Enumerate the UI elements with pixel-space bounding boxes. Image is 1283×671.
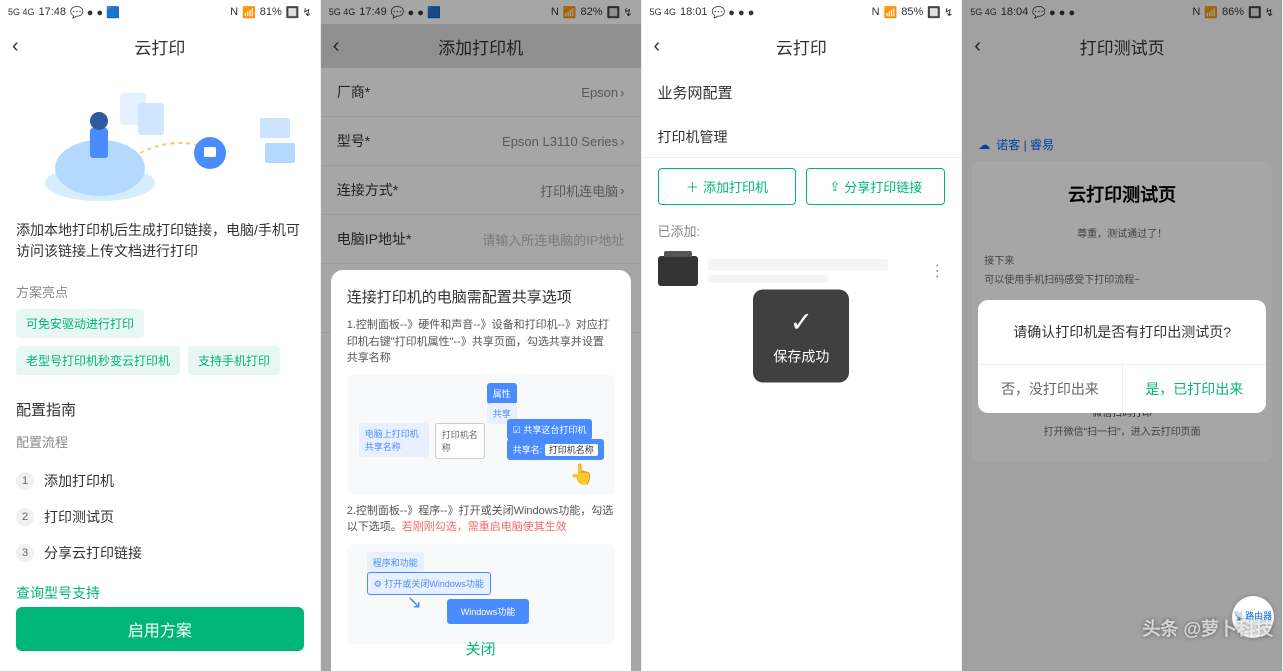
- printer-sub: [708, 275, 828, 283]
- tag: 老型号打印机秒变云打印机: [16, 346, 180, 375]
- back-icon[interactable]: ‹: [12, 35, 19, 58]
- share-icon: ⇪: [829, 179, 840, 195]
- nav-bar: ‹ 云打印: [0, 24, 320, 68]
- watermark: 头条 @萝卜科技: [1142, 615, 1273, 641]
- add-printer-button[interactable]: ＋添加打印机: [658, 168, 797, 205]
- confirm-no-button[interactable]: 否，没打印出来: [978, 365, 1122, 413]
- highlights-label: 方案亮点: [0, 274, 320, 309]
- description: 添加本地打印机后生成打印链接，电脑/手机可访问该链接上传文档进行打印: [0, 208, 320, 274]
- section-network[interactable]: 业务网配置: [642, 68, 962, 117]
- nav-bar: ‹ 云打印: [642, 24, 962, 68]
- status-bar: 5G 4G17:48💬 ● ● 🟦 N📶81%🔲 ↯: [0, 0, 320, 24]
- guide-title: 配置指南: [0, 387, 320, 424]
- tag: 可免安驱动进行打印: [16, 309, 144, 338]
- page-title: 云打印: [776, 34, 827, 59]
- enable-button[interactable]: 启用方案: [16, 607, 304, 651]
- step-row: 2打印测试页: [16, 499, 304, 535]
- modal-step1: 1.控制面板--》硬件和声音--》设备和打印机--》对应打印机右键"打印机属性"…: [347, 317, 615, 367]
- check-icon: ✓: [790, 305, 813, 338]
- screen-printer-manage: 5G 4G18:01💬 ● ● ● N📶85%🔲 ↯ ‹ 云打印 业务网配置 打…: [642, 0, 963, 671]
- model-support-link[interactable]: 查询型号支持: [0, 575, 320, 611]
- confirm-yes-button[interactable]: 是，已打印出来: [1123, 365, 1266, 413]
- confirm-dialog: 请确认打印机是否有打印出测试页? 否，没打印出来 是，已打印出来: [978, 300, 1266, 413]
- added-label: 已添加:: [642, 215, 962, 246]
- modal-step2: 2.控制面板--》程序--》打开或关闭Windows功能，勾选以下选项。若刚刚勾…: [347, 503, 615, 536]
- screen-cloud-print-intro: 5G 4G17:48💬 ● ● 🟦 N📶81%🔲 ↯ ‹ 云打印 添加本地打印机…: [0, 0, 321, 671]
- step-row: 3分享云打印链接: [16, 535, 304, 571]
- close-button[interactable]: 关闭: [331, 638, 631, 659]
- modal-title: 连接打印机的电脑需配置共享选项: [347, 286, 615, 307]
- printer-name: [708, 259, 888, 271]
- step-row: 1添加打印机: [16, 463, 304, 499]
- more-icon[interactable]: ⋮: [929, 261, 945, 281]
- confirm-text: 请确认打印机是否有打印出测试页?: [978, 300, 1266, 364]
- screen-test-page: 5G 4G18:04💬 ● ● ● N📶86%🔲 ↯ ‹ 打印测试页 ☁ 诺客 …: [962, 0, 1283, 671]
- share-config-modal: 连接打印机的电脑需配置共享选项 1.控制面板--》硬件和声音--》设备和打印机-…: [331, 270, 631, 671]
- diagram-2: 程序和功能 ⚙ 打开或关闭Windows功能 Windows功能 ↘: [347, 544, 615, 644]
- status-bar: 5G 4G18:01💬 ● ● ● N📶85%🔲 ↯: [642, 0, 962, 24]
- share-link-button[interactable]: ⇪分享打印链接: [806, 168, 945, 205]
- diagram-1: 属性 共享 电脑上打印机共享名称 打印机名称 ☑ 共享这台打印机 共享名: 打印…: [347, 375, 615, 495]
- back-icon[interactable]: ‹: [654, 35, 661, 58]
- section-printer-manage: 打印机管理: [642, 117, 962, 158]
- tag: 支持手机打印: [188, 346, 280, 375]
- hero-illustration: [0, 68, 320, 208]
- success-toast: ✓ 保存成功: [753, 289, 849, 382]
- plus-icon: ＋: [686, 177, 699, 196]
- flow-label: 配置流程: [0, 424, 320, 459]
- printer-icon: [658, 256, 698, 286]
- page-title: 云打印: [134, 34, 185, 59]
- screen-add-printer: 5G 4G17:49💬 ● ● 🟦 N📶82%🔲 ↯ ‹ 添加打印机 厂商* E…: [321, 0, 642, 671]
